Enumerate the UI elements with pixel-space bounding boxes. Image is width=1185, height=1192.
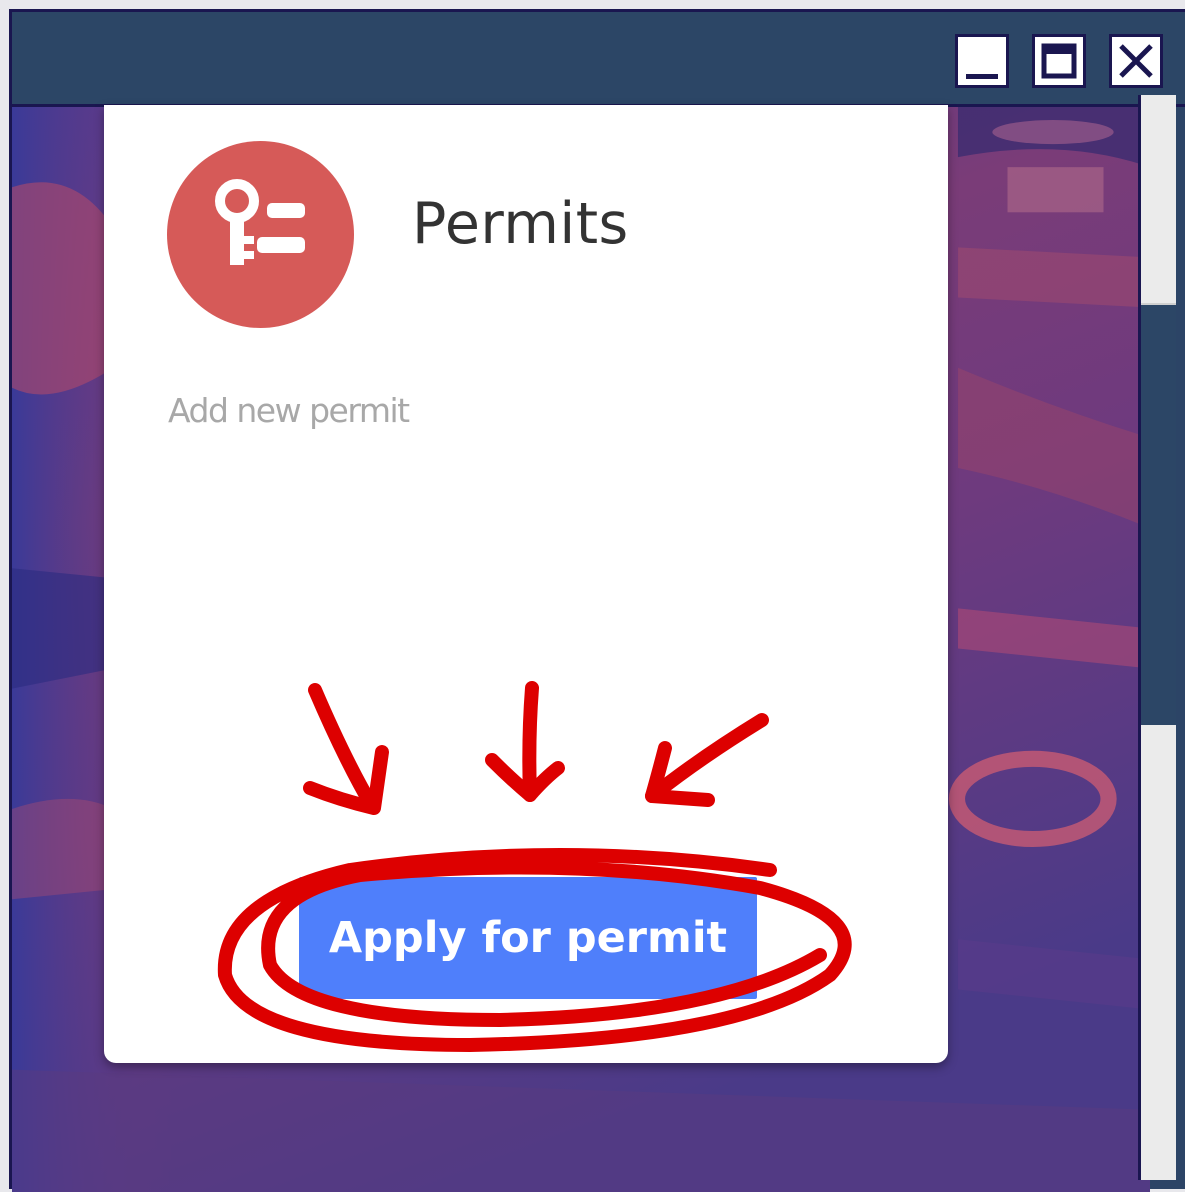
close-button[interactable] — [1109, 34, 1163, 88]
card-title: Permits — [412, 191, 629, 257]
maximize-icon — [1041, 43, 1077, 79]
minimize-icon — [966, 74, 998, 79]
right-side-panel — [1138, 95, 1176, 1180]
apply-for-permit-button[interactable]: Apply for permit — [299, 877, 757, 999]
card-subtitle: Add new permit — [168, 391, 410, 430]
permits-card: Permits Add new permit Apply for permit — [104, 105, 948, 1063]
side-panel-strip — [1141, 303, 1176, 725]
key-list-icon — [167, 141, 354, 328]
maximize-button[interactable] — [1032, 34, 1086, 88]
minimize-button[interactable] — [955, 34, 1009, 88]
title-bar — [12, 12, 1185, 107]
close-icon — [1119, 44, 1153, 78]
